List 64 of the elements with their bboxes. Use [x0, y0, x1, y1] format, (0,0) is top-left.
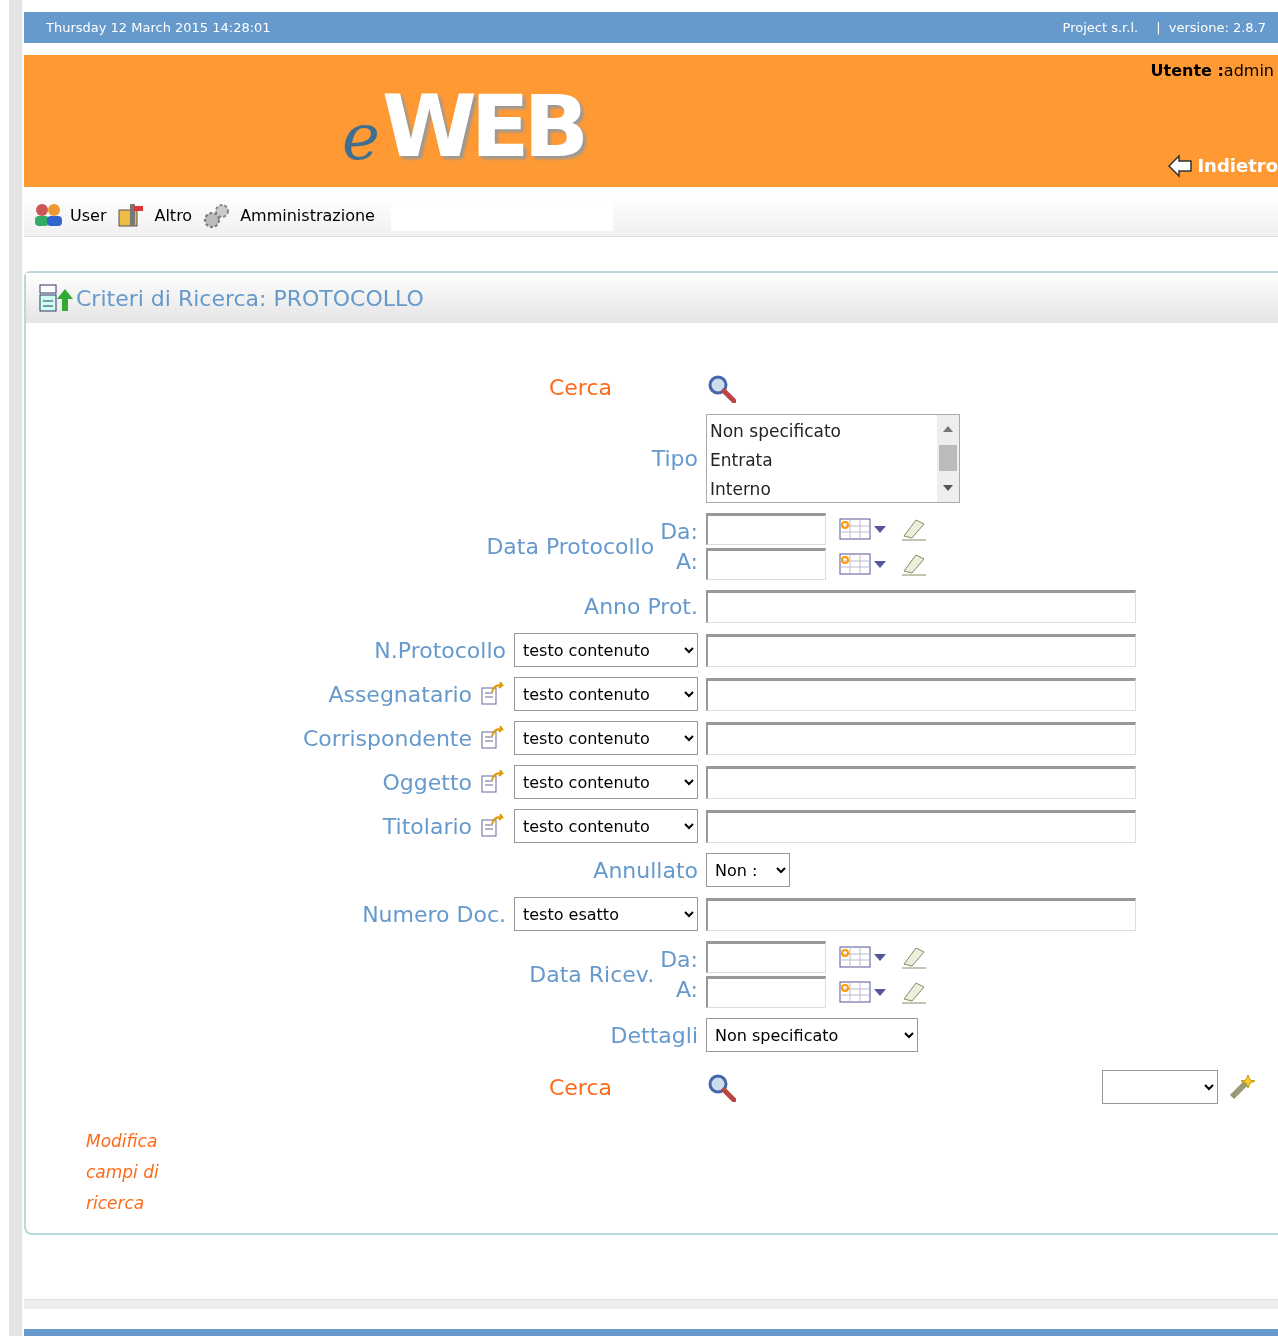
field-label: Numero Doc.: [362, 900, 506, 929]
to-label: A:: [675, 975, 698, 1004]
date-field[interactable]: [706, 513, 826, 545]
from-label: Da:: [660, 517, 698, 546]
magic-wand-icon[interactable]: [1228, 1073, 1256, 1101]
calendar-icon[interactable]: [838, 944, 888, 970]
field-label: Dettagli: [610, 1021, 698, 1050]
field-label: N.Protocollo: [374, 636, 506, 665]
field-label: Annullato: [593, 856, 698, 885]
select-field[interactable]: testo contenuto: [514, 677, 698, 711]
menu-item[interactable]: Amministrazione: [202, 201, 375, 230]
list-option[interactable]: Entrata: [710, 446, 934, 475]
list-option[interactable]: Non specificato: [710, 417, 934, 446]
select-field[interactable]: testo contenuto: [514, 633, 698, 667]
text-field[interactable]: [706, 633, 1136, 667]
version-text: | versione: 2.8.7: [1156, 19, 1266, 35]
search-label: Cerca: [548, 374, 612, 402]
user-label: Utente :admin: [1150, 60, 1275, 82]
company-name: Project s.r.l.: [1062, 19, 1139, 35]
select-field[interactable]: testo contenuto: [514, 721, 698, 755]
to-label: A:: [675, 547, 698, 576]
logo-letter: e: [342, 105, 380, 169]
calendar-icon[interactable]: [838, 551, 888, 577]
search-label: Cerca: [548, 1073, 612, 1102]
menu-item[interactable]: Altro: [116, 201, 193, 230]
select-field[interactable]: [1102, 1070, 1218, 1104]
field-label: Tipo: [651, 445, 698, 473]
field-label: Assegnatario: [328, 680, 472, 709]
calendar-icon[interactable]: [838, 516, 888, 542]
select-field[interactable]: Non specificato: [706, 1018, 918, 1052]
list-option[interactable]: Interno: [710, 475, 934, 504]
back-arrow-icon: [1167, 153, 1194, 178]
select-field[interactable]: testo contenuto: [514, 809, 698, 843]
calendar-icon[interactable]: [838, 979, 888, 1005]
from-label: Da:: [660, 945, 698, 974]
search-icon[interactable]: [706, 1072, 736, 1102]
date-time: Thursday 12 March 2015 14:28:01: [46, 18, 271, 37]
edit-list-icon[interactable]: [480, 726, 506, 750]
select-field[interactable]: testo contenuto: [514, 765, 698, 799]
field-label: Titolario: [382, 812, 472, 841]
field-label: Data Ricev.: [529, 961, 655, 989]
text-field[interactable]: [706, 590, 1136, 623]
list-upload-icon: [38, 281, 74, 315]
select-field[interactable]: Non :: [706, 853, 790, 887]
list-box[interactable]: Non specificato Entrata Interno: [706, 414, 960, 503]
date-field[interactable]: [706, 941, 826, 973]
text-field[interactable]: [706, 765, 1136, 799]
text-field[interactable]: [706, 677, 1136, 711]
text-field[interactable]: [706, 809, 1136, 843]
text-field[interactable]: [706, 897, 1136, 931]
text-field[interactable]: [706, 721, 1136, 755]
logo-text: WEB: [381, 83, 584, 169]
edit-list-icon[interactable]: [480, 770, 506, 794]
menu-item[interactable]: User: [32, 201, 107, 230]
select-field[interactable]: testo esatto: [514, 897, 698, 931]
date-field[interactable]: [706, 548, 826, 580]
edit-list-icon[interactable]: [480, 814, 506, 838]
field-label: Oggetto: [382, 768, 472, 797]
panel-title: Criteri di Ricerca: PROTOCOLLO: [76, 284, 424, 313]
field-label: Anno Prot.: [584, 593, 698, 621]
field-label: Data Protocollo: [486, 533, 655, 561]
field-label: Corrispondente: [302, 724, 472, 753]
edit-list-icon[interactable]: [480, 682, 506, 706]
date-field[interactable]: [706, 976, 826, 1008]
